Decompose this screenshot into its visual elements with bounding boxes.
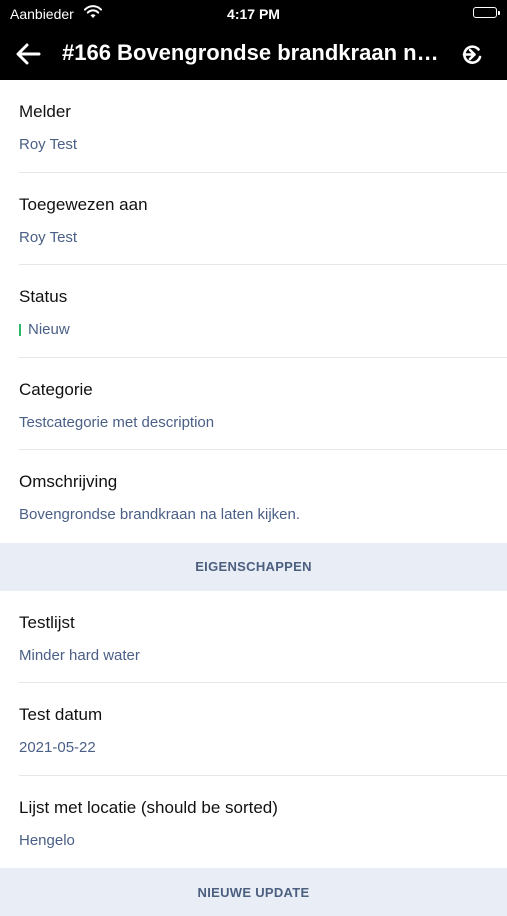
field-label: Toegewezen aan <box>19 194 148 214</box>
field-value: Roy Test <box>19 228 78 246</box>
property-row-test-datum: Test datum 2021-05-22 <box>19 683 507 776</box>
detail-row-status: Status Nieuw <box>19 265 507 358</box>
field-label: Melder <box>19 102 71 121</box>
field-label: Test datum <box>19 705 103 724</box>
section-header-nieuwe-update[interactable]: NIEUWE UPDATE <box>0 868 507 916</box>
clock: 4:17 PM <box>227 6 280 22</box>
back-button[interactable] <box>12 40 44 68</box>
detail-row-omschrijving: Omschrijving Bovengrondse brandkraan na … <box>19 450 507 543</box>
status-text: Nieuw <box>28 321 70 338</box>
status-indicator <box>19 323 21 336</box>
battery-icon <box>473 7 500 18</box>
field-value: 2021-05-22 <box>19 739 96 756</box>
property-row-locatie: Lijst met locatie (should be sorted) Hen… <box>19 776 507 869</box>
field-value: Roy Test <box>19 136 78 153</box>
field-value: Bovengrondse brandkraan na laten kijken. <box>19 506 301 523</box>
field-label: Lijst met locatie (should be sorted) <box>19 797 278 817</box>
navigation-bar: #166 Bovengrondse brandkraan na laten ki… <box>0 28 507 80</box>
reopen-button[interactable] <box>457 40 487 70</box>
field-value: Hengelo <box>19 831 75 849</box>
status-value: Nieuw <box>19 321 70 338</box>
arrow-left-icon <box>16 43 41 65</box>
field-label: Omschrijving <box>19 472 118 491</box>
detail-row-toegewezen-aan: Toegewezen aan Roy Test <box>19 173 507 265</box>
field-label: Testlijst <box>19 612 75 632</box>
field-label: Categorie <box>19 379 93 399</box>
page-title: #166 Bovengrondse brandkraan na laten ki… <box>62 40 449 65</box>
field-value: Testcategorie met description <box>19 413 215 431</box>
field-label: Status <box>19 287 68 306</box>
detail-row-categorie: Categorie Testcategorie met description <box>19 358 507 450</box>
field-value: Minder hard water <box>19 646 140 664</box>
property-row-testlijst: Testlijst Minder hard water <box>19 591 507 683</box>
detail-row-melder: Melder Roy Test <box>19 80 507 173</box>
reopen-icon <box>462 45 482 64</box>
status-bar: Aanbieder 4:17 PM <box>0 0 507 28</box>
section-header-eigenschappen: EIGENSCHAPPEN <box>0 542 507 591</box>
